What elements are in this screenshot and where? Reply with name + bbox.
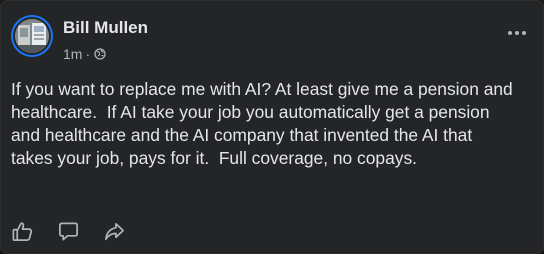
post-meta: 1m ·: [63, 46, 106, 62]
post-time[interactable]: 1m: [63, 46, 82, 62]
globe-icon[interactable]: [94, 48, 106, 60]
post-header: Bill Mullen 1m ·: [11, 15, 533, 63]
avatar-image: [13, 17, 51, 55]
share-icon[interactable]: [103, 220, 126, 243]
more-options-icon[interactable]: [501, 21, 533, 45]
like-icon[interactable]: [11, 220, 34, 243]
post-text: If you want to replace me with AI? At le…: [11, 79, 518, 168]
author-name[interactable]: Bill Mullen: [63, 18, 148, 38]
comment-icon[interactable]: [57, 220, 80, 243]
post-actions: [11, 220, 149, 244]
post-card: Bill Mullen 1m · If you want to replace …: [0, 0, 544, 254]
avatar[interactable]: [11, 15, 53, 57]
meta-separator: ·: [85, 46, 91, 62]
